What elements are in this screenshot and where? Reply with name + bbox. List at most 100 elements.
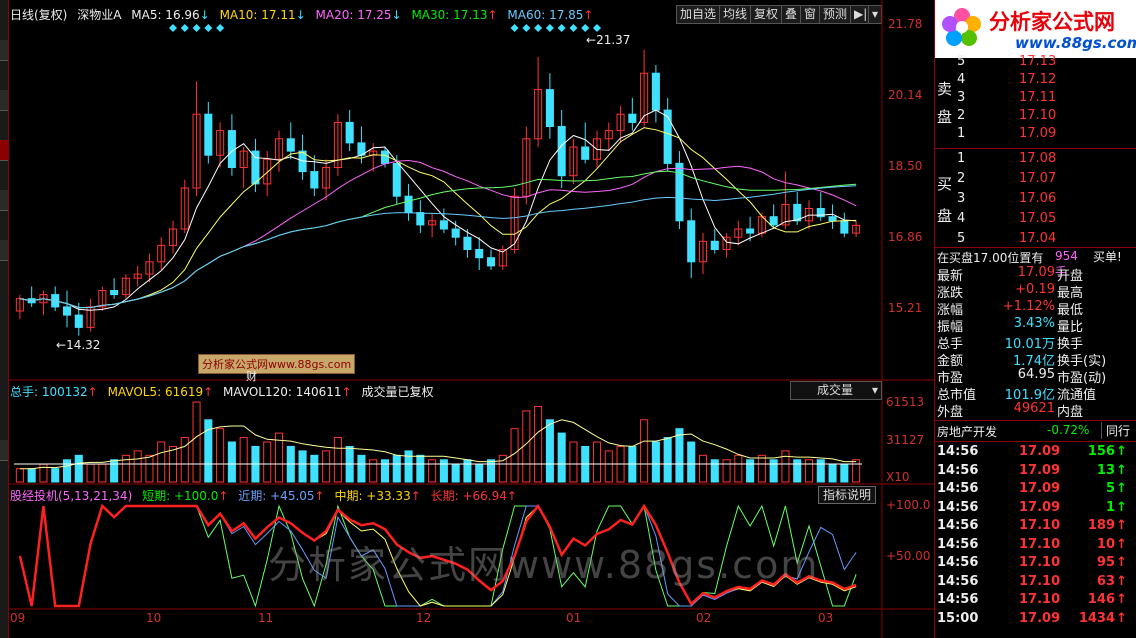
trade-price: 17.10 bbox=[1019, 592, 1061, 607]
trade-row: 14:56 17.09 5 ↑ bbox=[935, 479, 1136, 499]
quote-row: 市盈 64.95 市盈(动) bbox=[935, 367, 1136, 386]
candle-body bbox=[110, 290, 119, 296]
level-number: 5 bbox=[957, 54, 966, 69]
low-annotation: ←14.32 bbox=[56, 338, 101, 352]
arrow-up-icon: ↑ bbox=[314, 489, 325, 503]
signal-diamond bbox=[204, 24, 213, 32]
volume-bar bbox=[569, 441, 578, 483]
indicator-name: 股经投机(5,13,21,34) bbox=[10, 489, 133, 503]
volume-bar bbox=[428, 459, 437, 483]
chevron-down-icon: ▾ bbox=[871, 383, 878, 397]
volume-bar bbox=[451, 463, 460, 483]
signal-diamond bbox=[534, 24, 543, 32]
signal-diamond bbox=[216, 24, 225, 32]
trade-price: 17.10 bbox=[1019, 555, 1061, 570]
sector-row[interactable]: 房地产开发 -0.72% 同行 bbox=[935, 421, 1136, 442]
volume-bar bbox=[545, 419, 554, 483]
quote-value: +0.19 bbox=[1015, 282, 1055, 297]
quote-row: 外盘 49621 内盘 bbox=[935, 401, 1136, 420]
candle-body bbox=[828, 216, 837, 222]
buy-level-row[interactable]: 1 17.08 bbox=[935, 149, 1136, 169]
total-volume: 总手: 100132 bbox=[10, 385, 88, 399]
sell-level-row[interactable]: 5 17.13 bbox=[935, 52, 1136, 72]
indicator-help-button[interactable]: 指标说明 bbox=[818, 486, 877, 504]
quote-value: +1.12% bbox=[1002, 299, 1055, 314]
volume-bar bbox=[698, 454, 708, 483]
trade-qty: 63 bbox=[1096, 573, 1115, 589]
volume-bar bbox=[687, 441, 696, 483]
volume-tick: 31127 bbox=[886, 433, 925, 447]
arrow-down-icon: ↑ bbox=[1116, 499, 1127, 515]
sell-level-row[interactable]: 1 17.09 bbox=[935, 124, 1136, 144]
volume-bar bbox=[439, 459, 448, 483]
quote-row: 金额 1.74亿 换手(实) bbox=[935, 350, 1136, 369]
volume-bar bbox=[227, 441, 236, 483]
position-text: 在买盘17.00位置有 bbox=[937, 251, 1044, 265]
ma10-line bbox=[19, 127, 857, 309]
volume-bar bbox=[298, 450, 307, 483]
volume-bar bbox=[557, 432, 566, 483]
trade-price: 17.10 bbox=[1019, 536, 1061, 552]
indicator-tick: +50.00 bbox=[886, 549, 931, 563]
volume-bar bbox=[781, 450, 790, 483]
watermark-text: 分析家公式网www.88gs.com bbox=[268, 543, 820, 587]
price-tick: 16.86 bbox=[888, 230, 923, 244]
quote-value: 64.95 bbox=[1017, 367, 1055, 382]
volume-header: 总手: 100132↑ MAVOL5: 61619↑ MAVOL120: 140… bbox=[10, 383, 439, 400]
ma60-line bbox=[19, 185, 857, 309]
trade-time: 14:56 bbox=[937, 462, 979, 478]
buy-level-row[interactable]: 2 17.07 bbox=[935, 169, 1136, 189]
arrow-up-icon: ↑ bbox=[1116, 536, 1127, 552]
trade-price: 17.09 bbox=[1019, 444, 1061, 459]
signal-diamond bbox=[557, 24, 566, 32]
candle-body bbox=[404, 195, 413, 214]
volume-bar bbox=[333, 437, 342, 483]
buy-level-row[interactable]: 5 17.04 bbox=[935, 229, 1136, 249]
candlestick-series bbox=[15, 49, 861, 336]
arrow-up-icon: ↑ bbox=[203, 385, 214, 399]
date-tick: 03 bbox=[818, 611, 834, 625]
volume-bar bbox=[675, 428, 684, 483]
sell-level-row[interactable]: 3 17.11 bbox=[935, 88, 1136, 108]
trade-time: 14:56 bbox=[937, 555, 979, 570]
ma5-line bbox=[19, 109, 857, 311]
candle-body bbox=[310, 171, 319, 189]
candle-body bbox=[840, 220, 849, 234]
volume-bar bbox=[322, 450, 331, 483]
watermark-box: 分析家公式网www.88gs.com bbox=[198, 354, 356, 374]
candle-body bbox=[581, 146, 590, 160]
sell-level-row[interactable]: 4 17.12 bbox=[935, 70, 1136, 90]
candle-body bbox=[451, 228, 460, 238]
volume-bar bbox=[793, 459, 802, 483]
quote-table: 最新 17.09 开盘 涨跌 +0.19 最高 涨幅 +1.12% 最低 振幅 3.43% 量比 总手 1… bbox=[935, 265, 1136, 421]
arrow-down-icon: ↑ bbox=[1116, 462, 1127, 478]
candle-body bbox=[463, 236, 472, 250]
trade-price: 17.09 bbox=[1019, 610, 1061, 626]
volume-bar bbox=[192, 401, 201, 483]
candle-body bbox=[710, 240, 719, 251]
buy-level-row[interactable]: 3 17.06 bbox=[935, 189, 1136, 209]
volume-bar bbox=[357, 454, 366, 483]
volume-bar bbox=[816, 459, 825, 483]
trade-time: 14:56 bbox=[937, 499, 979, 515]
candle-body bbox=[204, 113, 213, 156]
level-price: 17.05 bbox=[1019, 211, 1057, 226]
sell-level-row[interactable]: 2 17.10 bbox=[935, 106, 1136, 126]
trade-time: 14:56 bbox=[937, 444, 979, 459]
flower-logo-icon bbox=[942, 8, 981, 46]
volume-bar bbox=[15, 468, 24, 483]
volume-bar bbox=[840, 463, 849, 483]
volume-selector[interactable]: 成交量 ▾ bbox=[790, 381, 882, 400]
price-tick: 21.78 bbox=[888, 17, 923, 31]
sector-change: -0.72% bbox=[1047, 423, 1090, 437]
buy-level-row[interactable]: 4 17.05 bbox=[935, 209, 1136, 229]
mavol5-line bbox=[19, 419, 857, 470]
level-number: 2 bbox=[957, 171, 966, 186]
tab-peers[interactable]: 同行 bbox=[1101, 422, 1130, 439]
candle-body bbox=[62, 306, 72, 316]
level-number: 3 bbox=[957, 90, 966, 105]
volume-bar bbox=[310, 454, 319, 483]
volume-bar bbox=[86, 463, 95, 483]
volume-bar bbox=[651, 441, 660, 483]
trade-row: 14:56 17.09 156 ↑ bbox=[935, 442, 1136, 462]
